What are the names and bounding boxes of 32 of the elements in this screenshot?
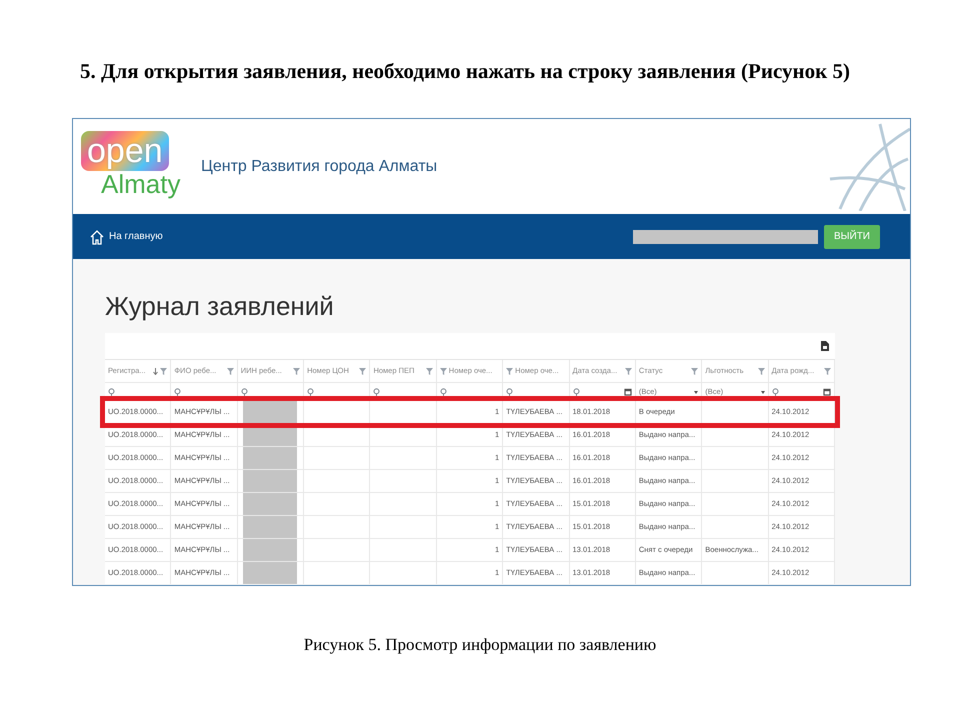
- site-title: Центр Развития города Алматы: [201, 156, 438, 176]
- filter-icon[interactable]: [160, 368, 168, 374]
- search-icon: [307, 388, 314, 396]
- home-icon: [89, 228, 105, 244]
- search-icon: [373, 388, 380, 396]
- filter-icon[interactable]: [506, 368, 514, 374]
- caret-icon: [694, 390, 698, 394]
- search-icon: [240, 388, 248, 396]
- logout-button[interactable]: ВЫЙТИ: [824, 224, 880, 248]
- calendar-icon[interactable]: [822, 388, 831, 396]
- filter-icon[interactable]: [691, 368, 698, 374]
- logo-almaty-text: Almaty: [101, 168, 180, 198]
- instruction-heading: 5. Для открытия заявления, необходимо нажать на строку заявления (Рисунок 5): [80, 58, 850, 85]
- search-icon: [506, 388, 514, 396]
- search-icon: [440, 388, 447, 396]
- export-icon[interactable]: [821, 341, 829, 351]
- page-title: Журнал заявлений: [105, 290, 335, 323]
- filter-icon[interactable]: [758, 368, 765, 374]
- search-icon: [572, 388, 580, 396]
- filter-icon[interactable]: [824, 368, 831, 374]
- search-icon: [772, 388, 779, 396]
- filter-icon[interactable]: [226, 368, 234, 374]
- calendar-icon[interactable]: [624, 388, 632, 396]
- filter-icon[interactable]: [624, 368, 632, 374]
- search-icon: [174, 388, 182, 396]
- search-icon: [108, 388, 115, 396]
- filter-icon[interactable]: [359, 368, 366, 374]
- filter-icon[interactable]: [293, 368, 300, 374]
- caret-icon: [760, 390, 765, 394]
- figure-caption: Рисунок 5. Просмотр информации по заявлению: [302, 634, 658, 656]
- home-link[interactable]: На главную: [89, 228, 163, 244]
- sort-arrow-icon[interactable]: [153, 368, 158, 374]
